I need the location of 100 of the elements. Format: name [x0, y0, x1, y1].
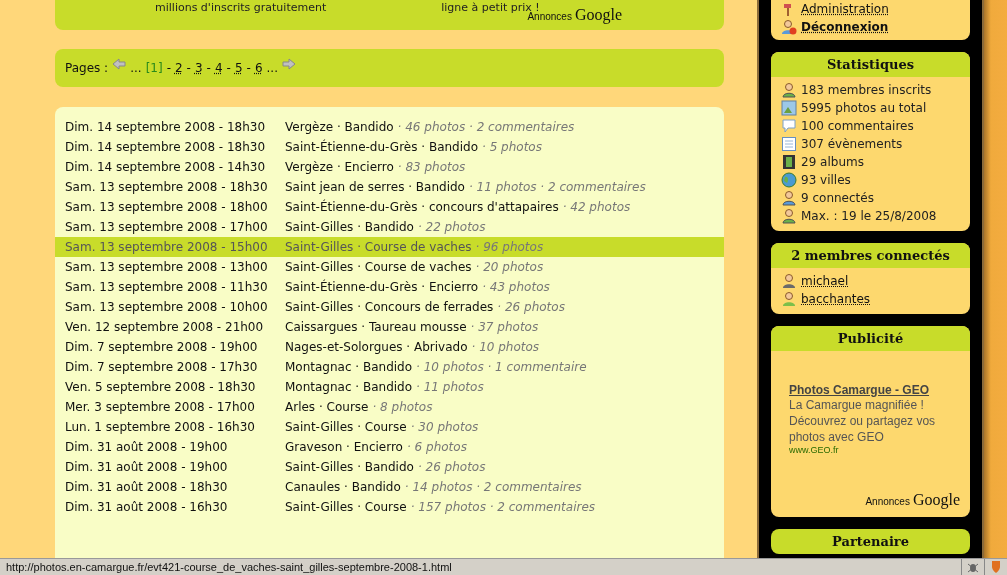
shield-icon[interactable] [991, 560, 1001, 574]
event-stats: · 22 photos [417, 220, 486, 234]
event-stats: · 8 photos [372, 400, 433, 414]
event-title: Arles · Course [285, 400, 369, 414]
event-stats: · 6 photos [406, 440, 467, 454]
pagination-text: ... [130, 61, 142, 75]
event-stats: · 26 photos [417, 460, 486, 474]
event-row[interactable]: Ven. 12 septembre 2008 - 21h00 Caissargues · Taureau mousse · 37 photos [55, 317, 724, 337]
event-date: Dim. 7 septembre 2008 - 19h00 [65, 340, 259, 354]
page-link[interactable]: 2 [174, 61, 183, 75]
page-link[interactable]: 5 [234, 61, 243, 75]
statistic-text: 9 connectés [801, 191, 874, 205]
event-stats: · 11 photos · 2 commentaires [468, 180, 646, 194]
event-stats: · 26 photos [497, 300, 565, 314]
event-row[interactable]: Ven. 5 septembre 2008 - 18h30 Montagnac · Bandido · 11 photos [55, 377, 724, 397]
event-stats: · 14 photos · 2 commentaires [404, 480, 582, 494]
event-title: Vergèze · Encierro [285, 160, 394, 174]
event-date: Dim. 31 août 2008 - 19h00 [65, 460, 229, 474]
ads-label: Annonces [865, 496, 910, 507]
event-date: Dim. 31 août 2008 - 19h00 [65, 440, 229, 454]
event-title: Nages-et-Solorgues · Abrivado [285, 340, 468, 354]
event-date: Sam. 13 septembre 2008 - 11h30 [65, 280, 269, 294]
event-date: Sam. 13 septembre 2008 - 18h00 [65, 200, 269, 214]
event-title: Montagnac · Bandido [285, 380, 413, 394]
film-icon [781, 154, 797, 170]
event-stats: · 10 photos · 1 commentaire [416, 360, 587, 374]
event-date: Dim. 31 août 2008 - 18h30 [65, 480, 229, 494]
event-date: Mer. 3 septembre 2008 - 17h00 [65, 400, 256, 414]
event-title: Graveson · Encierro [285, 440, 403, 454]
event-row[interactable]: Mer. 3 septembre 2008 - 17h00 Arles · Course · 8 photos [55, 397, 724, 417]
event-row[interactable]: Dim. 14 septembre 2008 - 14h30 Vergèze · Encierro · 83 photos [55, 157, 724, 177]
event-row[interactable]: Dim. 7 septembre 2008 - 17h30 Montagnac · Bandido · 10 photos · 1 commentaire [55, 357, 724, 377]
event-title: Montagnac · Bandido [285, 360, 413, 374]
event-row[interactable]: Sam. 13 septembre 2008 - 11h30 Saint-Étienne-du-Grès · Encierro · 43 photos [55, 277, 724, 297]
event-title: Saint-Gilles · Course de vaches [285, 240, 472, 254]
member-link[interactable]: michael [801, 274, 849, 288]
event-date: Ven. 12 septembre 2008 - 21h00 [65, 320, 265, 334]
event-row[interactable]: Dim. 31 août 2008 - 19h00 Graveson · Encierro · 6 photos [55, 437, 724, 457]
pagination-text: - [186, 61, 191, 75]
event-row[interactable]: Sam. 13 septembre 2008 - 18h30 Saint jean de serres · Bandido · 11 photos · 2 commentaires [55, 177, 724, 197]
event-row[interactable]: Sam. 13 septembre 2008 - 10h00 Saint-Gilles · Concours de ferrades · 26 photos [55, 297, 724, 317]
event-row[interactable]: Sam. 13 septembre 2008 - 13h00 Saint-Gilles · Course de vaches · 20 photos [55, 257, 724, 277]
event-row[interactable]: Dim. 31 août 2008 - 19h00 Saint-Gilles · Bandido · 26 photos [55, 457, 724, 477]
event-stats: · 83 photos [397, 160, 466, 174]
calendar-icon [781, 136, 797, 152]
ad-text: millions d'inscrits gratuitement [155, 1, 327, 14]
event-date: Dim. 14 septembre 2008 - 18h30 [65, 120, 267, 134]
account-link[interactable]: Administration [801, 2, 889, 16]
selected-event-row[interactable]: Sam. 13 septembre 2008 - 15h00 Saint-Gilles · Course de vaches · 96 photos [55, 237, 724, 257]
event-title: Saint jean de serres · Bandido [285, 180, 465, 194]
ad-text: La Camargue magnifiée ! [789, 397, 925, 413]
pagination-text: - [246, 61, 251, 75]
statistic-text: 29 albums [801, 155, 864, 169]
event-title: Saint-Gilles · Concours de ferrades [285, 300, 494, 314]
event-row[interactable]: Sam. 13 septembre 2008 - 18h00 Saint-Étienne-du-Grès · concours d'attapaires · 42 photos [55, 197, 724, 217]
event-title: Saint-Étienne-du-Grès · Encierro [285, 280, 479, 294]
left-arrow-icon[interactable] [112, 58, 127, 70]
event-row[interactable]: Dim. 14 septembre 2008 - 18h30 Saint-Étienne-du-Grès · Bandido · 5 photos [55, 137, 724, 157]
account-link[interactable]: Déconnexion [801, 20, 889, 34]
event-stats: · 20 photos [475, 260, 544, 274]
google-logo[interactable]: Google [912, 491, 960, 509]
event-stats: · 11 photos [416, 380, 484, 394]
page-link[interactable]: 6 [254, 61, 263, 75]
event-title: Saint-Étienne-du-Grès · concours d'attapaires [285, 200, 559, 214]
event-row[interactable]: Dim. 31 août 2008 - 18h30 Canaules · Bandido · 14 photos · 2 commentaires [55, 477, 724, 497]
event-row[interactable]: Dim. 14 septembre 2008 - 18h30 Vergèze · Bandido · 46 photos · 2 commentaires [55, 117, 724, 137]
event-row[interactable]: Lun. 1 septembre 2008 - 16h30 Saint-Gilles · Course · 30 photos [55, 417, 724, 437]
event-stats: · 157 photos · 2 commentaires [410, 500, 596, 514]
google-logo[interactable]: Google [574, 6, 622, 24]
speech-bubble-icon [781, 118, 797, 134]
event-row[interactable]: Sam. 13 septembre 2008 - 17h00 Saint-Gilles · Bandido · 22 photos [55, 217, 724, 237]
event-title: Saint-Gilles · Course [285, 500, 407, 514]
event-stats: · 30 photos [410, 420, 479, 434]
event-date: Dim. 14 septembre 2008 - 18h30 [65, 140, 267, 154]
event-stats: · 5 photos [482, 140, 542, 154]
event-row[interactable]: Dim. 7 septembre 2008 - 19h00 Nages-et-Solorgues · Abrivado · 10 photos [55, 337, 724, 357]
right-arrow-icon[interactable] [282, 58, 296, 70]
ad-url[interactable]: www.GEO.fr [789, 445, 952, 455]
statistic-text: Max. : 19 le 25/8/2008 [801, 209, 937, 223]
ad-text: Découvrez ou partagez vos photos avec GEO [789, 413, 937, 445]
event-row[interactable]: Dim. 31 août 2008 - 16h30 Saint-Gilles · Course · 157 photos · 2 commentaires [55, 497, 724, 517]
pagination-text: - [166, 61, 171, 75]
pagination-text: - [226, 61, 231, 75]
member-link[interactable]: bacchantes [801, 292, 871, 306]
event-stats: · 43 photos [482, 280, 550, 294]
statistic-text: 5995 photos au total [801, 101, 927, 115]
event-title: Saint-Gilles · Bandido [285, 220, 414, 234]
page-link[interactable]: 3 [194, 61, 203, 75]
event-stats: · 42 photos [562, 200, 631, 214]
event-date: Sam. 13 septembre 2008 - 15h00 [65, 240, 269, 254]
status-url: http://photos.en-camargue.fr/evt421-course_de_vaches-saint_gilles-septembre-2008-1.html [5, 561, 453, 573]
event-title: Caissargues · Taureau mousse [285, 320, 467, 334]
event-date: Sam. 13 septembre 2008 - 18h30 [65, 180, 269, 194]
page-link[interactable]: 4 [214, 61, 223, 75]
event-title: Saint-Gilles · Course de vaches [285, 260, 472, 274]
pagination-text: ... [266, 61, 278, 75]
ad-link[interactable]: Photos Camargue - GEO [789, 383, 952, 397]
event-date: Dim. 7 septembre 2008 - 17h30 [65, 360, 259, 374]
event-date: Sam. 13 septembre 2008 - 17h00 [65, 220, 269, 234]
event-title: Saint-Gilles · Course [285, 420, 407, 434]
